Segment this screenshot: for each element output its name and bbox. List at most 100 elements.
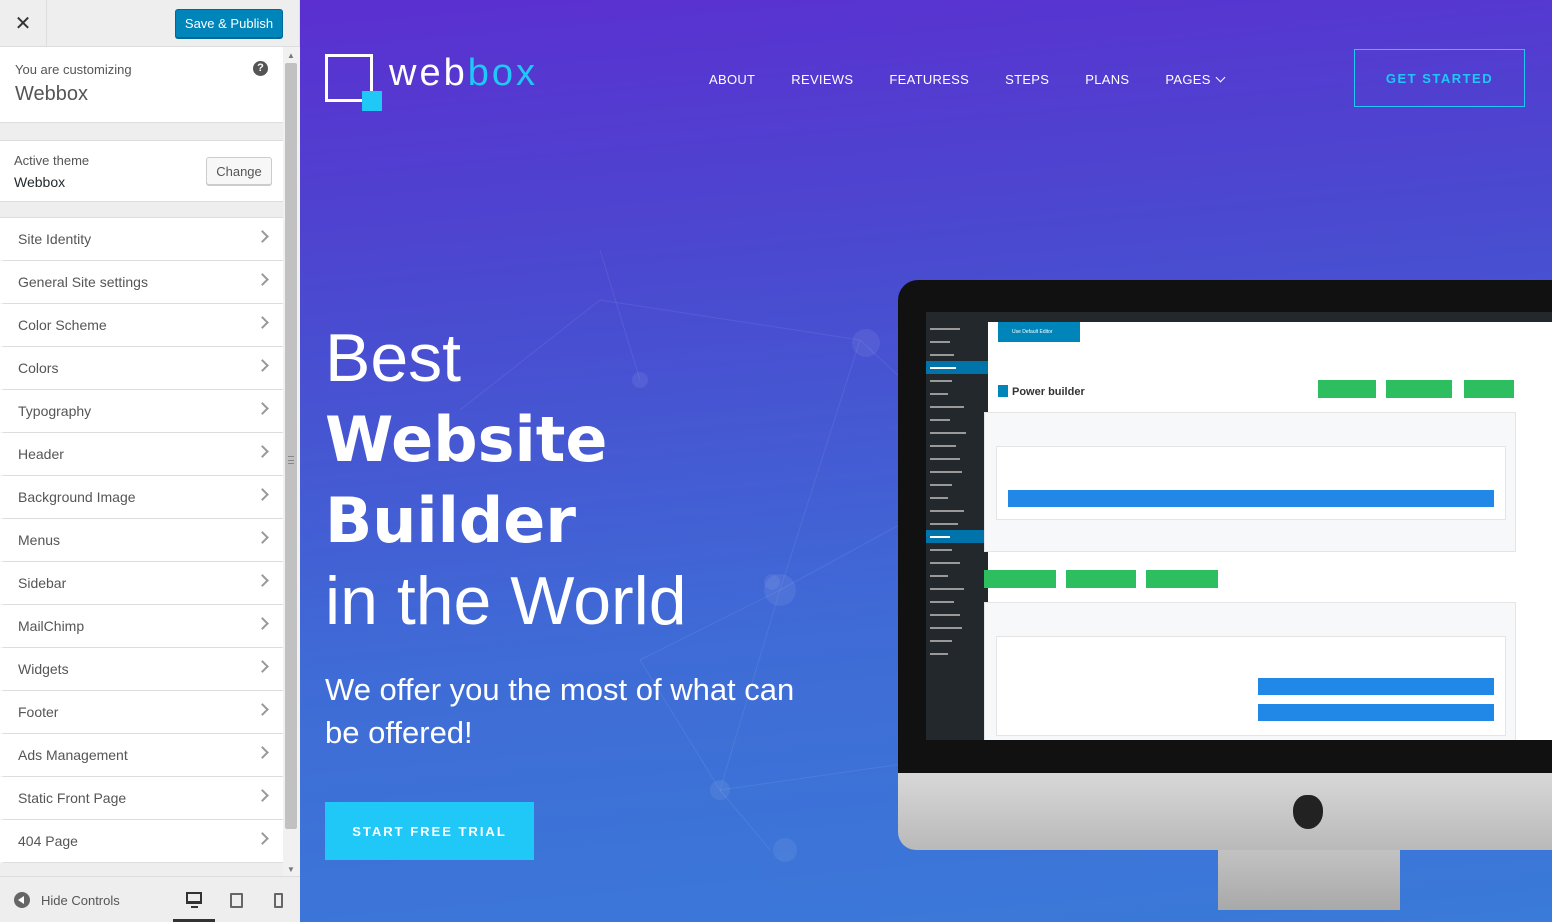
get-started-button[interactable]: GET STARTED [1354, 49, 1525, 107]
section-background-image[interactable]: Background Image [0, 476, 283, 519]
chevron-down-icon [1215, 72, 1226, 83]
section-general-site-settings[interactable]: General Site settings [0, 261, 283, 304]
chevron-right-icon [256, 402, 269, 415]
chevron-right-icon [256, 445, 269, 458]
chevron-right-icon [256, 531, 269, 544]
mobile-icon [273, 892, 283, 908]
mock-green-button [1464, 380, 1514, 398]
section-menus[interactable]: Menus [0, 519, 283, 562]
customizer-panel: You are customizing Webbox ? Active them… [0, 47, 283, 876]
monitor-mockup: Use Default Editor Power builder [898, 280, 1552, 910]
section-static-front-page[interactable]: Static Front Page [0, 777, 283, 820]
section-header[interactable]: Header [0, 433, 283, 476]
mock-green-button [1066, 570, 1136, 588]
section-footer[interactable]: Footer [0, 691, 283, 734]
section-label: Sidebar [18, 575, 67, 591]
section-label: Header [18, 446, 64, 462]
customizer-sidebar: ✕ Save & Publish You are customizing Web… [0, 0, 300, 922]
start-free-trial-button[interactable]: START FREE TRIAL [325, 802, 534, 860]
mock-module-bar [1258, 704, 1494, 721]
logo-text: webbox [389, 52, 538, 95]
section-label: Menus [18, 532, 61, 548]
mock-row-panel [996, 446, 1506, 520]
section-sidebar[interactable]: Sidebar [0, 562, 283, 605]
mock-green-button [1318, 380, 1376, 398]
monitor-chin [898, 773, 1552, 850]
chevron-right-icon [256, 359, 269, 372]
section-label: Background Image [18, 489, 136, 505]
desktop-preview-button[interactable] [173, 877, 215, 922]
use-default-editor-button: Use Default Editor [998, 322, 1080, 342]
logo-text-part2: box [467, 51, 538, 94]
nav-steps[interactable]: STEPS [1005, 72, 1049, 87]
collapse-icon [14, 892, 30, 908]
section-widgets[interactable]: Widgets [0, 648, 283, 691]
section-site-identity[interactable]: Site Identity [0, 218, 283, 261]
hero-heading: Best Website Builder in the World [325, 318, 687, 642]
main-nav: ABOUT REVIEWS FEATURESS STEPS PLANS PAGE… [709, 72, 1260, 87]
chevron-right-icon [256, 230, 269, 243]
hide-controls-label: Hide Controls [41, 892, 120, 908]
power-builder-title: Power builder [1012, 386, 1085, 398]
chevron-right-icon [256, 273, 269, 286]
scrollbar-thumb[interactable] [285, 63, 297, 829]
hero-line-3: Builder [325, 484, 576, 557]
chevron-right-icon [256, 789, 269, 802]
section-label: Widgets [18, 661, 69, 677]
customizing-title: Webbox [15, 83, 89, 105]
scroll-up-icon[interactable]: ▲ [287, 51, 295, 60]
chevron-right-icon [256, 746, 269, 759]
nav-featuress[interactable]: FEATURESS [889, 72, 969, 87]
customizing-label: You are customizing [15, 62, 132, 77]
section-label: Site Identity [18, 231, 92, 247]
mobile-preview-button[interactable] [257, 877, 299, 922]
section-label: General Site settings [18, 274, 148, 290]
nav-pages[interactable]: PAGES [1165, 72, 1226, 87]
section-label: Typography [18, 403, 92, 419]
mock-module-bar [1008, 490, 1494, 507]
nav-plans[interactable]: PLANS [1085, 72, 1129, 87]
hide-controls-button[interactable]: Hide Controls [14, 892, 120, 908]
change-theme-button[interactable]: Change [206, 157, 272, 185]
hero-subtitle: We offer you the most of what can be off… [325, 672, 795, 750]
tablet-preview-button[interactable] [215, 877, 257, 922]
monitor-screen: Use Default Editor Power builder [926, 312, 1552, 740]
desktop-icon [186, 892, 202, 908]
chevron-right-icon [256, 316, 269, 329]
mock-module-bar [1258, 678, 1494, 695]
section-label: Static Front Page [18, 790, 127, 806]
help-icon[interactable]: ? [253, 61, 268, 76]
nav-about[interactable]: ABOUT [709, 72, 755, 87]
section-404-page[interactable]: 404 Page [0, 820, 283, 863]
nav-reviews[interactable]: REVIEWS [791, 72, 853, 87]
section-typography[interactable]: Typography [0, 390, 283, 433]
logo-square-icon [325, 54, 382, 111]
section-list: Site Identity General Site settings Colo… [0, 217, 283, 863]
section-color-scheme[interactable]: Color Scheme [0, 304, 283, 347]
nav-pages-label: PAGES [1165, 72, 1211, 87]
sidebar-scrollbar[interactable]: ▲ ▼ [283, 47, 300, 876]
tablet-icon [229, 892, 243, 908]
section-label: Color Scheme [18, 317, 107, 333]
section-label: Footer [18, 704, 59, 720]
save-publish-button[interactable]: Save & Publish [175, 9, 283, 38]
scroll-down-icon[interactable]: ▼ [287, 865, 295, 874]
section-label: 404 Page [18, 833, 78, 849]
section-label: Colors [18, 360, 59, 376]
section-mailchimp[interactable]: MailChimp [0, 605, 283, 648]
mock-green-button [984, 570, 1056, 588]
apple-logo-icon [1293, 795, 1323, 829]
section-colors[interactable]: Colors [0, 347, 283, 390]
site-logo[interactable]: webbox [325, 52, 538, 111]
chevron-right-icon [256, 617, 269, 630]
section-ads-management[interactable]: Ads Management [0, 734, 283, 777]
logo-text-part1: web [389, 51, 468, 94]
wp-admin-bar [926, 312, 1552, 322]
mock-green-button [1146, 570, 1218, 588]
hero-line-1: Best [325, 320, 462, 396]
mock-green-button [1386, 380, 1452, 398]
monitor-stand [1218, 850, 1400, 910]
chevron-right-icon [256, 574, 269, 587]
chevron-right-icon [256, 832, 269, 845]
close-icon[interactable]: ✕ [0, 0, 47, 46]
